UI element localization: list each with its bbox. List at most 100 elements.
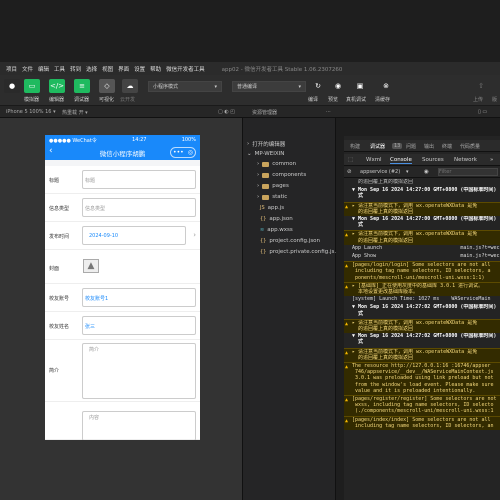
- tree-item-label: project.config.json: [269, 238, 321, 244]
- console-log-entry[interactable]: App Launch main.js?t=wec: [344, 245, 500, 253]
- capsule-menu[interactable]: ••• ◎: [170, 147, 196, 158]
- cloud-dev-button[interactable]: ☁: [122, 79, 138, 93]
- menu-item-edit[interactable]: 编辑: [38, 65, 49, 73]
- tree-item-components[interactable]: › components: [257, 172, 306, 178]
- debugger-toggle-button[interactable]: ≡: [74, 79, 90, 93]
- content-textarea[interactable]: 内容: [82, 411, 196, 440]
- tree-item-common[interactable]: › common: [257, 161, 296, 167]
- form-row-intro: 简介 简介: [45, 340, 200, 402]
- context-select[interactable]: appservice (#2): [360, 169, 400, 175]
- tree-item-project-private-config[interactable]: {} project.private.config.js...: [260, 249, 340, 255]
- sim-icons[interactable]: ▢ ◐ ◰: [218, 109, 235, 115]
- hot-reload-select[interactable]: 热重载 开 ▾: [62, 109, 88, 116]
- tab-problems[interactable]: 问题: [406, 143, 416, 150]
- device-select[interactable]: iPhone 5 100% 16 ▾: [6, 109, 56, 115]
- more-icon[interactable]: •••: [173, 149, 184, 156]
- alumni-account-input[interactable]: 校友账号1: [82, 288, 196, 307]
- preview-label[interactable]: 预览: [328, 96, 338, 103]
- compile-label[interactable]: 编译: [308, 96, 318, 103]
- back-icon[interactable]: ‹: [49, 146, 53, 156]
- window-icons[interactable]: ▯ ▭: [478, 109, 487, 115]
- preview-icon[interactable]: ◉: [330, 79, 346, 93]
- menu-item-interface[interactable]: 界面: [118, 65, 129, 73]
- console-log-entry[interactable]: ▼ Mon Sep 16 2024 14:27:02 GMT+0800 (中国标…: [344, 333, 500, 347]
- console-log-entry[interactable]: App Show main.js?t=wec: [344, 253, 500, 261]
- tab-sources[interactable]: Sources: [422, 157, 444, 163]
- field-label: 标题: [49, 178, 60, 184]
- menu-item-help[interactable]: 帮助: [150, 65, 161, 73]
- console-log-entry[interactable]: ▸ 请注意当前模式下，调用 wx.operateWXData 是免 的追回覆上真…: [344, 230, 500, 245]
- clear-cache-label[interactable]: 清缓存: [375, 96, 390, 103]
- compile-mode-select[interactable]: 普通编译 ▾: [232, 81, 306, 92]
- section-label: MP-WEIXIN: [254, 151, 285, 157]
- menu-item-view[interactable]: 视图: [102, 65, 113, 73]
- console-log-entry[interactable]: [pages/register/register] Some selectors…: [344, 395, 500, 416]
- tab-debugger[interactable]: 调试器: [370, 143, 385, 150]
- upload-icon[interactable]: ⇧: [473, 79, 489, 93]
- folder-icon: [262, 161, 270, 167]
- real-device-debug-label[interactable]: 真机调试: [346, 96, 366, 103]
- date-picker[interactable]: 2024-09-10: [82, 226, 186, 245]
- tree-item-app-wxss[interactable]: ≋ app.wxss: [260, 227, 293, 233]
- more-tabs-icon[interactable]: »: [490, 157, 493, 163]
- menu-item-project[interactable]: 项目: [6, 65, 17, 73]
- chevron-right-icon: ›: [257, 172, 260, 178]
- clear-console-icon[interactable]: ⊘: [347, 169, 352, 175]
- console-filter-input[interactable]: [438, 168, 498, 176]
- title-input[interactable]: 标题: [82, 170, 196, 189]
- menu-item-select[interactable]: 选择: [86, 65, 97, 73]
- alumni-name-input[interactable]: 张三: [82, 316, 196, 335]
- tree-item-app-js[interactable]: JS app.js: [260, 205, 284, 211]
- menu-item-devtools[interactable]: 微信开发者工具: [166, 65, 205, 73]
- wxss-file-icon: ≋: [260, 227, 265, 233]
- tab-code-quality[interactable]: 代码质量: [460, 143, 480, 150]
- version-label[interactable]: 版: [492, 96, 497, 103]
- tab-wxml[interactable]: Wxml: [366, 157, 382, 163]
- inspect-icon[interactable]: ⬚: [348, 157, 353, 163]
- menu-item-settings[interactable]: 设置: [134, 65, 145, 73]
- avatar[interactable]: ●: [4, 79, 20, 93]
- tree-item-pages[interactable]: › pages: [257, 183, 289, 189]
- console-log-entry[interactable]: ▸ [基础库] 正在使用灰度中的基础库 3.0.1 进行调试。 本地设置更改基础…: [344, 281, 500, 297]
- tree-item-app-json[interactable]: {} app.json: [260, 216, 293, 222]
- console-log-entry[interactable]: ▸ 请注意当前模式下，调用 wx.operateWXData 是免 的追回覆上真…: [344, 347, 500, 362]
- more-icon[interactable]: ···: [326, 109, 331, 115]
- visual-toggle-button[interactable]: ◇: [99, 79, 115, 93]
- close-icon[interactable]: ◎: [188, 149, 193, 156]
- console-log-entry[interactable]: [pages/index/index] Some selectors are n…: [344, 415, 500, 430]
- tab-terminal[interactable]: 终端: [442, 143, 452, 150]
- tab-network[interactable]: Network: [454, 157, 477, 163]
- intro-textarea[interactable]: 简介: [82, 343, 196, 399]
- console-log-entry[interactable]: ▸ 请注意当前模式下，调用 wx.operateWXData 是免 的追回覆上真…: [344, 201, 500, 216]
- tree-item-project-config[interactable]: {} project.config.json: [260, 238, 320, 244]
- compile-icon[interactable]: ↻: [310, 79, 326, 93]
- console-log-entry[interactable]: The resource http://127.0.0.1:16 :16746/…: [344, 362, 500, 395]
- open-editors-section[interactable]: › 打开的编辑器: [247, 140, 285, 148]
- menu-item-goto[interactable]: 转到: [70, 65, 81, 73]
- menu-item-tools[interactable]: 工具: [54, 65, 65, 73]
- image-upload-icon[interactable]: ▲: [83, 259, 99, 273]
- menu-item-file[interactable]: 文件: [22, 65, 33, 73]
- tab-console[interactable]: Console: [390, 157, 412, 164]
- file-explorer: › 打开的编辑器 ⌄ MP-WEIXIN › common › components ›…: [242, 118, 340, 500]
- console-log-entry[interactable]: ▼ Mon Sep 16 2024 14:27:00 GMT+0800 (中国标…: [344, 216, 500, 230]
- eye-icon[interactable]: ◉: [424, 169, 429, 175]
- console-log-entry[interactable]: [pages/login/login] Some selectors are n…: [344, 261, 500, 282]
- type-input[interactable]: 信息类型: [82, 198, 196, 217]
- clear-cache-icon[interactable]: ⊗: [378, 79, 394, 93]
- mode-select[interactable]: 小程序模式 ▾: [148, 81, 222, 92]
- tab-build[interactable]: 构建: [350, 143, 360, 150]
- tab-output[interactable]: 输出: [424, 143, 434, 150]
- console-log-entry[interactable]: ▸ 请注意当前模式下，调用 wx.operateWXData 是免 的追回覆上真…: [344, 318, 500, 334]
- editor-toggle-button[interactable]: </>: [49, 79, 65, 93]
- simulator-toggle-button[interactable]: ▭: [24, 79, 40, 93]
- devtools-tabs: ⬚ Wxml Console Sources Network »: [344, 154, 500, 166]
- console-log-entry[interactable]: 的追回覆上真的模拟返回: [344, 179, 500, 187]
- console-log-entry[interactable]: ▼ Mon Sep 16 2024 14:27:02 GMT+0800 (中国标…: [344, 304, 500, 318]
- real-device-debug-icon[interactable]: ▣: [352, 79, 368, 93]
- project-section[interactable]: ⌄ MP-WEIXIN: [247, 151, 284, 157]
- console-log-entry[interactable]: [system] Launch Time: 1027 ms WAServiceM…: [344, 296, 500, 304]
- upload-label[interactable]: 上传: [473, 96, 483, 103]
- tree-item-static[interactable]: › static: [257, 194, 287, 200]
- console-log-entry[interactable]: ▼ Mon Sep 16 2024 14:27:00 GMT+0800 (中国标…: [344, 187, 500, 201]
